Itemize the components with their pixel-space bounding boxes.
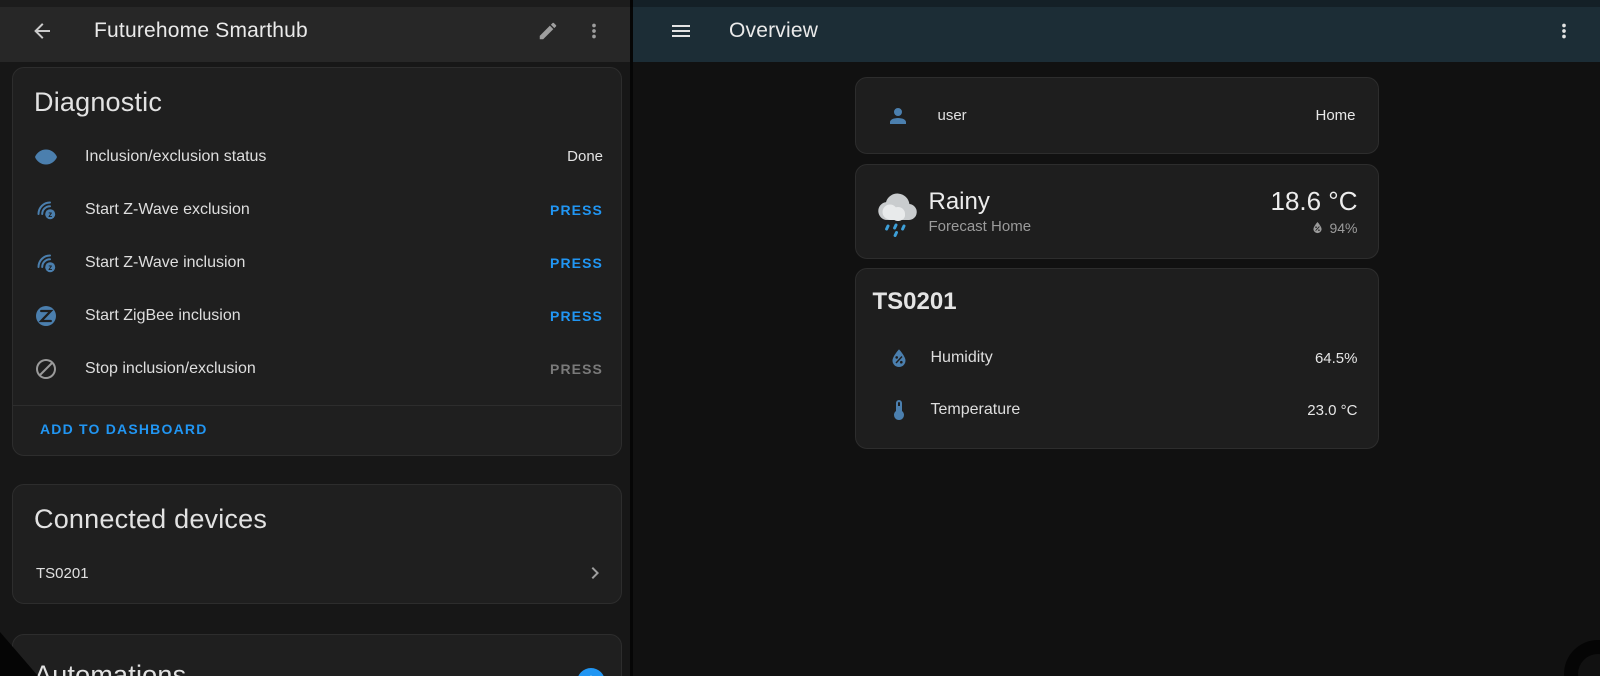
row-label: Start ZigBee inclusion xyxy=(85,307,241,325)
zwave-icon: z xyxy=(34,251,58,275)
weather-condition: Rainy xyxy=(929,188,1032,216)
device-entities-card: TS0201 Humidity 64.5% Temperatur xyxy=(855,268,1379,449)
device-card-title: TS0201 xyxy=(856,288,1378,332)
right-app-header: Overview xyxy=(633,0,1600,62)
row-start-zwave-inclusion: z Start Z-Wave inclusion PRESS xyxy=(13,236,621,289)
device-detail-panel: Futurehome Smarthub Diagnostic Inclusion… xyxy=(0,0,630,676)
press-button[interactable]: PRESS xyxy=(550,308,603,324)
connected-device-row[interactable]: TS0201 xyxy=(13,549,621,597)
add-automation-button[interactable] xyxy=(577,668,605,676)
overview-dashboard-panel: Overview user Home xyxy=(633,0,1600,676)
user-entity-card[interactable]: user Home xyxy=(855,77,1379,154)
weather-humidity: 94% xyxy=(1329,220,1357,236)
overflow-menu-button[interactable] xyxy=(1544,11,1584,51)
water-percent-icon xyxy=(887,346,911,370)
row-value: 23.0 °C xyxy=(1307,402,1357,419)
dots-vertical-icon xyxy=(1553,20,1575,42)
left-app-header: Futurehome Smarthub xyxy=(0,0,630,62)
row-start-zigbee-inclusion: Start ZigBee inclusion PRESS xyxy=(13,289,621,342)
user-name: user xyxy=(938,107,967,124)
row-stop-inclusion-exclusion: Stop inclusion/exclusion PRESS xyxy=(13,342,621,395)
hamburger-menu-icon xyxy=(669,19,693,43)
weather-forecast-card[interactable]: Rainy Forecast Home 18.6 °C 94% xyxy=(855,164,1379,259)
water-percent-icon xyxy=(1310,220,1325,235)
weather-temperature: 18.6 °C xyxy=(1270,187,1357,216)
edit-button[interactable] xyxy=(528,11,568,51)
dots-vertical-icon xyxy=(583,20,605,42)
row-label: Humidity xyxy=(931,349,993,367)
chevron-right-icon xyxy=(583,561,607,585)
sidebar-menu-button[interactable] xyxy=(661,11,701,51)
press-button[interactable]: PRESS xyxy=(550,255,603,271)
plus-icon xyxy=(582,672,600,676)
row-label: Start Z-Wave exclusion xyxy=(85,201,250,219)
cancel-icon xyxy=(34,357,58,381)
row-inclusion-exclusion-status: Inclusion/exclusion status Done xyxy=(13,130,621,183)
dashboard-title: Overview xyxy=(729,19,818,43)
overflow-menu-button[interactable] xyxy=(574,11,614,51)
row-label: Temperature xyxy=(931,401,1021,419)
thermometer-icon xyxy=(887,398,911,422)
press-button[interactable]: PRESS xyxy=(550,202,603,218)
row-temperature[interactable]: Temperature 23.0 °C xyxy=(856,384,1378,436)
add-to-dashboard-button[interactable]: ADD TO DASHBOARD xyxy=(40,421,208,437)
zigbee-icon xyxy=(34,304,58,328)
press-button-disabled: PRESS xyxy=(550,361,603,377)
arrow-left-icon xyxy=(30,19,54,43)
row-humidity[interactable]: Humidity 64.5% xyxy=(856,332,1378,384)
diagnostic-card-title: Diagnostic xyxy=(13,68,621,130)
automations-title: Automations xyxy=(34,652,186,676)
back-button[interactable] xyxy=(22,11,62,51)
row-label: Start Z-Wave inclusion xyxy=(85,254,245,272)
row-label: Inclusion/exclusion status xyxy=(85,148,266,166)
row-value: 64.5% xyxy=(1315,350,1358,367)
svg-text:z: z xyxy=(48,263,52,272)
svg-text:z: z xyxy=(48,210,52,219)
user-area: Home xyxy=(1315,107,1355,124)
zwave-icon: z xyxy=(34,198,58,222)
eye-icon xyxy=(34,145,58,169)
pencil-icon xyxy=(537,20,559,42)
row-start-zwave-exclusion: z Start Z-Wave exclusion PRESS xyxy=(13,183,621,236)
automations-card: Automations xyxy=(12,634,622,676)
connected-devices-card: Connected devices TS0201 xyxy=(12,484,622,604)
connected-devices-title: Connected devices xyxy=(13,485,621,549)
page-title: Futurehome Smarthub xyxy=(94,19,308,43)
weather-entity-name: Forecast Home xyxy=(929,218,1032,235)
row-value: Done xyxy=(567,148,603,165)
weather-rainy-icon xyxy=(873,186,921,238)
device-name: TS0201 xyxy=(36,565,89,582)
account-icon xyxy=(886,104,910,128)
diagnostic-card: Diagnostic Inclusion/exclusion status Do… xyxy=(12,67,622,456)
diagnostic-card-footer: ADD TO DASHBOARD xyxy=(13,405,621,455)
row-label: Stop inclusion/exclusion xyxy=(85,360,256,378)
